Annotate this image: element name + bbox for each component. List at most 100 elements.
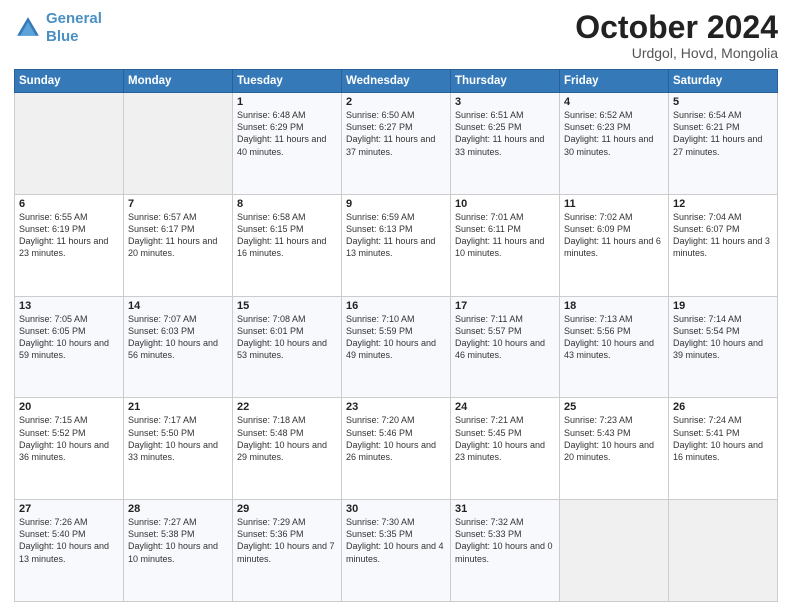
day-info: Sunrise: 7:27 AMSunset: 5:38 PMDaylight:… [128,516,228,565]
calendar-cell-w1-d5: 4Sunrise: 6:52 AMSunset: 6:23 PMDaylight… [560,93,669,195]
header-monday: Monday [124,70,233,93]
calendar-cell-w1-d0 [15,93,124,195]
weekday-header-row: Sunday Monday Tuesday Wednesday Thursday… [15,70,778,93]
calendar-cell-w5-d5 [560,500,669,602]
calendar-cell-w1-d6: 5Sunrise: 6:54 AMSunset: 6:21 PMDaylight… [669,93,778,195]
day-info: Sunrise: 7:15 AMSunset: 5:52 PMDaylight:… [19,414,119,463]
day-number: 7 [128,198,228,210]
day-number: 12 [673,198,773,210]
calendar-cell-w1-d4: 3Sunrise: 6:51 AMSunset: 6:25 PMDaylight… [451,93,560,195]
day-number: 8 [237,198,337,210]
day-info: Sunrise: 6:59 AMSunset: 6:13 PMDaylight:… [346,211,446,260]
calendar-cell-w3-d6: 19Sunrise: 7:14 AMSunset: 5:54 PMDayligh… [669,296,778,398]
day-number: 30 [346,503,446,515]
calendar-cell-w4-d2: 22Sunrise: 7:18 AMSunset: 5:48 PMDayligh… [233,398,342,500]
calendar-cell-w5-d4: 31Sunrise: 7:32 AMSunset: 5:33 PMDayligh… [451,500,560,602]
calendar-cell-w4-d0: 20Sunrise: 7:15 AMSunset: 5:52 PMDayligh… [15,398,124,500]
calendar-cell-w4-d5: 25Sunrise: 7:23 AMSunset: 5:43 PMDayligh… [560,398,669,500]
day-info: Sunrise: 7:07 AMSunset: 6:03 PMDaylight:… [128,313,228,362]
day-number: 4 [564,96,664,108]
calendar-cell-w1-d3: 2Sunrise: 6:50 AMSunset: 6:27 PMDaylight… [342,93,451,195]
calendar-cell-w5-d3: 30Sunrise: 7:30 AMSunset: 5:35 PMDayligh… [342,500,451,602]
calendar-cell-w3-d3: 16Sunrise: 7:10 AMSunset: 5:59 PMDayligh… [342,296,451,398]
calendar-table: Sunday Monday Tuesday Wednesday Thursday… [14,69,778,602]
title-block: October 2024 Urdgol, Hovd, Mongolia [575,10,778,61]
calendar-subtitle: Urdgol, Hovd, Mongolia [575,45,778,61]
header-wednesday: Wednesday [342,70,451,93]
calendar-cell-w5-d2: 29Sunrise: 7:29 AMSunset: 5:36 PMDayligh… [233,500,342,602]
calendar-cell-w2-d5: 11Sunrise: 7:02 AMSunset: 6:09 PMDayligh… [560,194,669,296]
header-thursday: Thursday [451,70,560,93]
calendar-cell-w2-d2: 8Sunrise: 6:58 AMSunset: 6:15 PMDaylight… [233,194,342,296]
day-number: 28 [128,503,228,515]
day-number: 20 [19,401,119,413]
header-saturday: Saturday [669,70,778,93]
calendar-cell-w1-d2: 1Sunrise: 6:48 AMSunset: 6:29 PMDaylight… [233,93,342,195]
header-tuesday: Tuesday [233,70,342,93]
day-number: 9 [346,198,446,210]
day-number: 2 [346,96,446,108]
calendar-cell-w2-d0: 6Sunrise: 6:55 AMSunset: 6:19 PMDaylight… [15,194,124,296]
day-info: Sunrise: 6:52 AMSunset: 6:23 PMDaylight:… [564,109,664,158]
week-row-5: 27Sunrise: 7:26 AMSunset: 5:40 PMDayligh… [15,500,778,602]
week-row-2: 6Sunrise: 6:55 AMSunset: 6:19 PMDaylight… [15,194,778,296]
day-info: Sunrise: 7:02 AMSunset: 6:09 PMDaylight:… [564,211,664,260]
day-info: Sunrise: 7:30 AMSunset: 5:35 PMDaylight:… [346,516,446,565]
day-number: 14 [128,300,228,312]
day-info: Sunrise: 7:26 AMSunset: 5:40 PMDaylight:… [19,516,119,565]
calendar-cell-w4-d6: 26Sunrise: 7:24 AMSunset: 5:41 PMDayligh… [669,398,778,500]
calendar-cell-w3-d1: 14Sunrise: 7:07 AMSunset: 6:03 PMDayligh… [124,296,233,398]
logo-text: General Blue [46,10,102,46]
logo-icon [14,14,42,42]
calendar-cell-w3-d0: 13Sunrise: 7:05 AMSunset: 6:05 PMDayligh… [15,296,124,398]
day-info: Sunrise: 6:51 AMSunset: 6:25 PMDaylight:… [455,109,555,158]
day-number: 6 [19,198,119,210]
calendar-cell-w5-d1: 28Sunrise: 7:27 AMSunset: 5:38 PMDayligh… [124,500,233,602]
calendar-title: October 2024 [575,10,778,45]
day-info: Sunrise: 7:23 AMSunset: 5:43 PMDaylight:… [564,414,664,463]
header-sunday: Sunday [15,70,124,93]
day-number: 18 [564,300,664,312]
day-number: 5 [673,96,773,108]
calendar-cell-w5-d0: 27Sunrise: 7:26 AMSunset: 5:40 PMDayligh… [15,500,124,602]
day-number: 1 [237,96,337,108]
day-number: 25 [564,401,664,413]
calendar-cell-w5-d6 [669,500,778,602]
day-number: 16 [346,300,446,312]
day-info: Sunrise: 7:14 AMSunset: 5:54 PMDaylight:… [673,313,773,362]
day-number: 26 [673,401,773,413]
day-info: Sunrise: 6:54 AMSunset: 6:21 PMDaylight:… [673,109,773,158]
day-number: 21 [128,401,228,413]
day-info: Sunrise: 6:50 AMSunset: 6:27 PMDaylight:… [346,109,446,158]
day-number: 27 [19,503,119,515]
day-info: Sunrise: 7:32 AMSunset: 5:33 PMDaylight:… [455,516,555,565]
day-number: 15 [237,300,337,312]
day-number: 3 [455,96,555,108]
calendar-cell-w4-d4: 24Sunrise: 7:21 AMSunset: 5:45 PMDayligh… [451,398,560,500]
calendar-cell-w4-d3: 23Sunrise: 7:20 AMSunset: 5:46 PMDayligh… [342,398,451,500]
week-row-3: 13Sunrise: 7:05 AMSunset: 6:05 PMDayligh… [15,296,778,398]
day-info: Sunrise: 7:04 AMSunset: 6:07 PMDaylight:… [673,211,773,260]
day-number: 17 [455,300,555,312]
day-number: 22 [237,401,337,413]
calendar-cell-w2-d4: 10Sunrise: 7:01 AMSunset: 6:11 PMDayligh… [451,194,560,296]
day-info: Sunrise: 7:13 AMSunset: 5:56 PMDaylight:… [564,313,664,362]
day-info: Sunrise: 6:48 AMSunset: 6:29 PMDaylight:… [237,109,337,158]
day-info: Sunrise: 7:29 AMSunset: 5:36 PMDaylight:… [237,516,337,565]
calendar-cell-w3-d2: 15Sunrise: 7:08 AMSunset: 6:01 PMDayligh… [233,296,342,398]
day-info: Sunrise: 7:17 AMSunset: 5:50 PMDaylight:… [128,414,228,463]
logo: General Blue [14,10,102,46]
week-row-4: 20Sunrise: 7:15 AMSunset: 5:52 PMDayligh… [15,398,778,500]
week-row-1: 1Sunrise: 6:48 AMSunset: 6:29 PMDaylight… [15,93,778,195]
day-info: Sunrise: 7:05 AMSunset: 6:05 PMDaylight:… [19,313,119,362]
day-info: Sunrise: 7:08 AMSunset: 6:01 PMDaylight:… [237,313,337,362]
day-number: 11 [564,198,664,210]
calendar-cell-w1-d1 [124,93,233,195]
calendar-cell-w3-d5: 18Sunrise: 7:13 AMSunset: 5:56 PMDayligh… [560,296,669,398]
header: General Blue October 2024 Urdgol, Hovd, … [14,10,778,61]
day-info: Sunrise: 6:57 AMSunset: 6:17 PMDaylight:… [128,211,228,260]
day-info: Sunrise: 7:10 AMSunset: 5:59 PMDaylight:… [346,313,446,362]
calendar-cell-w2-d1: 7Sunrise: 6:57 AMSunset: 6:17 PMDaylight… [124,194,233,296]
day-info: Sunrise: 7:01 AMSunset: 6:11 PMDaylight:… [455,211,555,260]
day-info: Sunrise: 6:55 AMSunset: 6:19 PMDaylight:… [19,211,119,260]
